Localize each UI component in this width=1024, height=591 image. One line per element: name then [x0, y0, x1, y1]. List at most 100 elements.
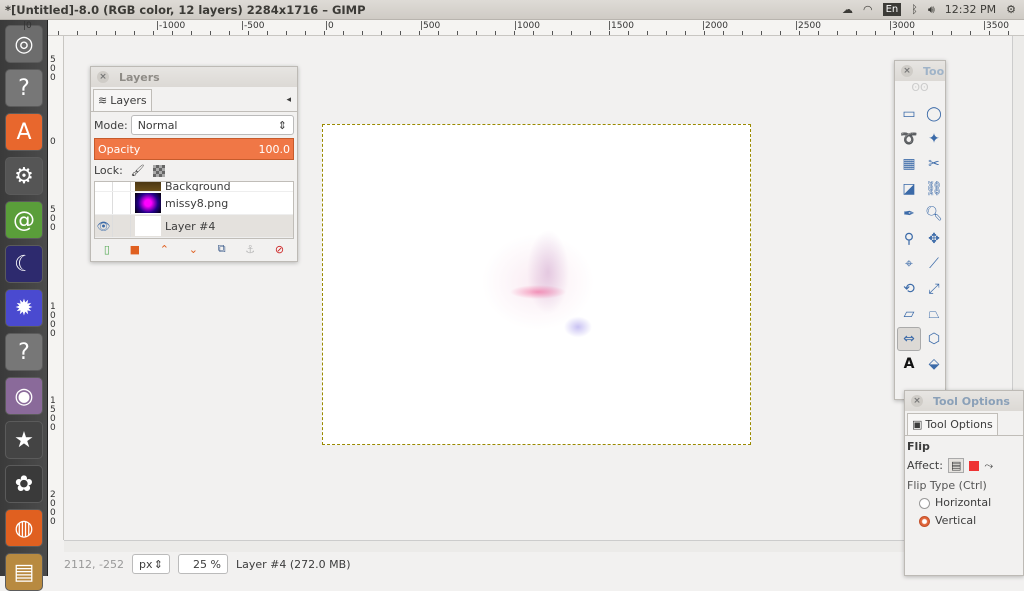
tool-options-titlebar[interactable]: × Tool Options — [905, 391, 1023, 411]
layer-name[interactable]: Layer #4 — [165, 220, 215, 233]
tool-text[interactable]: A — [897, 352, 921, 376]
ruler-tick — [134, 31, 135, 35]
layer-row[interactable]: 👁︎ Layer #4 — [95, 215, 293, 238]
launcher-software-center[interactable]: A — [5, 113, 43, 151]
tab-layers[interactable]: ≋ Layers — [93, 89, 152, 111]
affect-layer-icon[interactable]: ▤ — [947, 458, 965, 473]
tool-scissors-select[interactable]: ✂ — [922, 152, 946, 176]
ruler-tick — [704, 31, 705, 35]
launcher-turtle-app[interactable]: ✿ — [5, 465, 43, 503]
horizontal-scrollbar[interactable] — [64, 540, 1012, 552]
raise-layer-icon[interactable]: ⌃ — [160, 243, 169, 256]
mode-value: Normal — [137, 118, 178, 132]
layer-list[interactable]: Background missy8.png 👁︎ Layer #4 — [94, 181, 294, 239]
tool-ellipse-select[interactable]: ◯ — [922, 102, 946, 126]
volume-icon[interactable]: 🔊︎ — [928, 3, 935, 17]
launcher-cheese-webcam[interactable]: ◉ — [5, 377, 43, 415]
layer-name[interactable]: Background — [165, 182, 231, 191]
ruler-tick — [115, 31, 116, 35]
unit-selector[interactable]: px ⇕ — [132, 554, 170, 574]
tool-measure[interactable]: ⚲ — [897, 227, 921, 251]
tool-bucket-fill[interactable]: ⬙ — [922, 352, 946, 376]
bluetooth-icon[interactable]: ᛒ — [911, 3, 918, 16]
layer-row[interactable]: missy8.png — [95, 192, 293, 215]
eye-icon: 👁︎ — [96, 219, 111, 233]
visibility-toggle[interactable]: 👁︎ — [95, 215, 113, 237]
chain-toggle[interactable] — [113, 182, 131, 191]
launcher-unknown-app[interactable]: ? — [5, 69, 43, 107]
fractal-layer-image — [458, 212, 616, 357]
close-icon[interactable]: × — [901, 65, 913, 77]
close-icon[interactable]: × — [911, 395, 923, 407]
ruler-tick — [628, 31, 629, 35]
launcher-system-settings[interactable]: ⚙ — [5, 157, 43, 195]
clock[interactable]: 12:32 PM — [945, 3, 996, 16]
new-layer-icon[interactable]: ▯ — [104, 243, 110, 256]
delete-layer-icon[interactable]: ⊘ — [275, 243, 284, 256]
status-bar: 2112, -252 px ⇕ 25 % Layer #4 (272.0 MB) — [48, 552, 1024, 576]
ruler-tick — [419, 31, 420, 35]
chain-toggle[interactable] — [113, 215, 131, 237]
toolbox-titlebar[interactable]: × Too — [895, 61, 945, 81]
tool-flip[interactable]: ⇔ — [897, 327, 921, 351]
launcher-firefox[interactable]: ◍ — [5, 509, 43, 547]
toolbox: × Too ʘʘ ▭ ◯ ➰ ✦ ▦ ✂ ◪ ⛓ ✒ 🔍︎ ⚲ ✥ ⌖ ⟋ ⟲ ⤢ ▱ ⏢ ⇔ ⬡ A ⬙ — [894, 60, 946, 400]
keyboard-layout-indicator[interactable]: En — [882, 3, 902, 16]
affect-selection-icon[interactable] — [969, 460, 980, 471]
ruler-tick — [723, 31, 724, 35]
visibility-toggle[interactable] — [95, 192, 113, 214]
tool-select-by-color[interactable]: ▦ — [897, 152, 921, 176]
tool-color-picker[interactable]: ✒ — [897, 202, 921, 226]
layer-thumbnail — [135, 193, 161, 213]
window-title: *[Untitled]-8.0 (RGB color, 12 layers) 2… — [5, 2, 366, 17]
tool-align[interactable]: ⌖ — [897, 252, 921, 276]
layer-buttons: ▯ ■ ⌃ ⌄ ⧉ ⚓︎ ⊘ — [94, 239, 294, 259]
visibility-toggle[interactable] — [95, 182, 113, 191]
tool-move[interactable]: ✥ — [922, 227, 946, 251]
chain-toggle[interactable] — [113, 192, 131, 214]
close-icon[interactable]: × — [97, 71, 109, 83]
layer-name[interactable]: missy8.png — [165, 197, 228, 210]
launcher-xfavorites[interactable]: ★ — [5, 421, 43, 459]
tool-fuzzy-select[interactable]: ✦ — [922, 127, 946, 151]
tool-rect-select[interactable]: ▭ — [897, 102, 921, 126]
lock-alpha-checker-icon[interactable] — [152, 164, 165, 177]
power-gear-icon[interactable]: ⚙ — [1006, 3, 1016, 16]
lock-pixels-brush-icon[interactable]: 🖌︎ — [131, 164, 145, 177]
tool-foreground-select[interactable]: ◪ — [897, 177, 921, 201]
tool-free-select[interactable]: ➰ — [897, 127, 921, 151]
lower-layer-icon[interactable]: ⌄ — [189, 243, 198, 256]
tool-perspective[interactable]: ⏢ — [922, 302, 946, 326]
tool-zoom[interactable]: 🔍︎ — [922, 202, 946, 226]
launcher-mandelbrot-app[interactable]: ✹ — [5, 289, 43, 327]
cloud-icon[interactable]: ☁ — [842, 3, 853, 16]
launcher-stellarium[interactable]: ☾ — [5, 245, 43, 283]
radio-horizontal[interactable]: Horizontal — [907, 496, 1021, 509]
layers-dialog-titlebar[interactable]: × Layers — [91, 67, 297, 87]
tool-scale[interactable]: ⤢ — [922, 277, 946, 301]
duplicate-layer-icon[interactable]: ⧉ — [218, 242, 226, 256]
mode-select[interactable]: Normal ⇕ — [130, 115, 294, 135]
tool-crop[interactable]: ⟋ — [922, 252, 946, 276]
anchor-layer-icon[interactable]: ⚓︎ — [245, 243, 255, 256]
vertical-ruler[interactable]: 500 0 500 1000 1500 2000 — [48, 36, 64, 540]
tool-paths[interactable]: ⛓ — [922, 177, 946, 201]
panel-menu-icon[interactable]: ◂ — [286, 95, 291, 105]
radio-vertical[interactable]: Vertical — [907, 514, 1021, 527]
tool-cage-transform[interactable]: ⬡ — [922, 327, 946, 351]
horizontal-ruler[interactable]: |0 |-1000 |-500 |0 |500 |1000 |1500 |2000 |2500 |… — [23, 20, 1024, 36]
layer-row[interactable]: Background — [95, 182, 293, 192]
tool-shear[interactable]: ▱ — [897, 302, 921, 326]
opacity-slider[interactable]: Opacity 100.0 — [94, 138, 294, 160]
new-layer-group-icon[interactable]: ■ — [130, 243, 140, 256]
ruler-tick — [305, 31, 306, 35]
tool-rotate[interactable]: ⟲ — [897, 277, 921, 301]
tab-tool-options[interactable]: ▣ Tool Options — [907, 413, 998, 435]
launcher-fractal-app[interactable]: @ — [5, 201, 43, 239]
affect-path-icon[interactable]: ⤳ — [984, 459, 993, 473]
zoom-selector[interactable]: 25 % — [178, 554, 228, 574]
launcher-image-viewer[interactable]: ▤ — [5, 553, 43, 591]
launcher-unknown-app-2[interactable]: ? — [5, 333, 43, 371]
wifi-icon[interactable]: ◠ — [863, 3, 873, 16]
ruler-tick — [837, 31, 838, 35]
